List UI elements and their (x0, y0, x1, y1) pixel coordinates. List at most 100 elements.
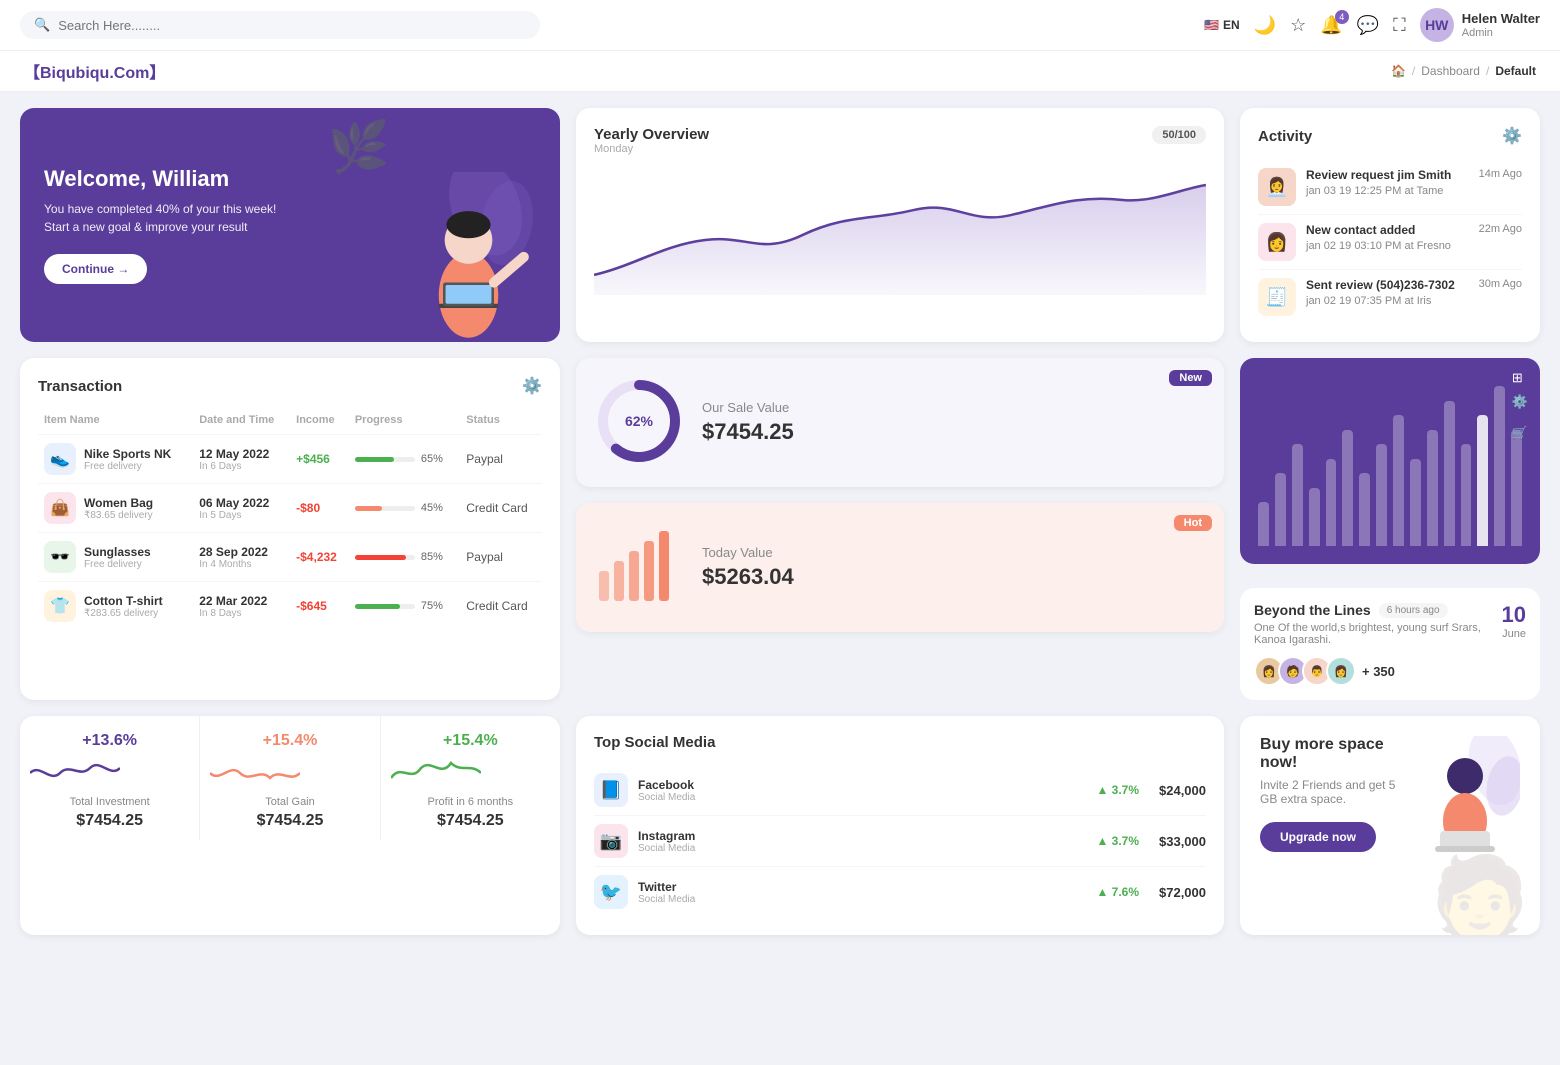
star-icon[interactable]: ☆ (1290, 15, 1306, 36)
bar-item (1427, 430, 1438, 546)
social-info: Facebook Social Media (638, 778, 695, 803)
col-progress: Progress (349, 410, 460, 435)
attendees-row: 👩 🧑 👨 👩 + 350 (1254, 656, 1502, 686)
bar-item (1410, 459, 1421, 546)
svg-text:62%: 62% (625, 413, 654, 429)
mini-stat-pct: +15.4% (391, 732, 550, 750)
breadcrumb-dashboard[interactable]: Dashboard (1421, 64, 1480, 78)
yearly-title: Yearly Overview (594, 126, 709, 143)
plus-count: + 350 (1362, 664, 1395, 679)
upgrade-person-svg (1410, 736, 1520, 856)
search-icon: 🔍 (34, 17, 50, 33)
social-pct: ▲ 3.7% (1096, 783, 1139, 797)
mini-stat-pct: +15.4% (210, 732, 369, 750)
activity-thumb-1: 👩‍💼 (1258, 168, 1296, 206)
upgrade-subtitle: Invite 2 Friends and get 5 GB extra spac… (1260, 778, 1410, 806)
row-3: +13.6% Total Investment $7454.25 +15.4% … (0, 716, 1560, 955)
home-icon[interactable]: 🏠 (1391, 64, 1406, 78)
social-val: $33,000 (1159, 834, 1206, 849)
mini-stats-card: +13.6% Total Investment $7454.25 +15.4% … (20, 716, 560, 935)
sep1: / (1412, 64, 1415, 78)
event-date: 10 June (1502, 602, 1526, 640)
transaction-settings-icon[interactable]: ⚙️ (522, 376, 542, 396)
col-status: Status (460, 410, 542, 435)
notification-bell[interactable]: 🔔 4 (1320, 15, 1342, 36)
search-input[interactable] (58, 18, 526, 33)
language-selector[interactable]: 🇺🇸 EN (1204, 18, 1240, 32)
flag-icon: 🇺🇸 (1204, 18, 1219, 32)
activity-item-3: 🧾 Sent review (504)236-7302 jan 02 19 07… (1258, 270, 1522, 324)
event-title: Beyond the Lines (1254, 602, 1371, 618)
social-title: Top Social Media (594, 734, 1206, 751)
user-info: Helen Walter Admin (1462, 11, 1540, 39)
bar-item (1309, 488, 1320, 546)
bar-chart (1258, 386, 1522, 546)
lang-label: EN (1223, 18, 1240, 32)
bar-item (1376, 444, 1387, 546)
nav-icons: 🇺🇸 EN 🌙 ☆ 🔔 4 💬 ⛶ HW Helen Walter Admin (1204, 8, 1540, 42)
sale-new-value: $7454.25 (702, 419, 794, 445)
dark-mode-toggle[interactable]: 🌙 (1254, 15, 1276, 36)
sale-hot-value: $5263.04 (702, 564, 794, 590)
social-info: Twitter Social Media (638, 880, 695, 905)
social-name: Facebook (638, 778, 695, 792)
event-month: June (1502, 628, 1526, 640)
mini-stat-label: Total Gain (210, 796, 369, 808)
upgrade-button[interactable]: Upgrade now (1260, 822, 1376, 852)
row-2: Transaction ⚙️ Item Name Date and Time I… (0, 358, 1560, 716)
bar-item (1342, 430, 1353, 546)
activity-title-1: Review request jim Smith (1306, 168, 1469, 182)
social-name: Twitter (638, 880, 695, 894)
continue-button[interactable]: Continue → (44, 254, 147, 284)
transaction-card: Transaction ⚙️ Item Name Date and Time I… (20, 358, 560, 700)
col-item: Item Name (38, 410, 193, 435)
welcome-illustration (360, 108, 560, 342)
social-item: 📷 Instagram Social Media ▲ 3.7% $33,000 (594, 816, 1206, 867)
fullscreen-icon[interactable]: ⛶ (1393, 15, 1406, 36)
chat-icon[interactable]: 💬 (1357, 15, 1379, 36)
mini-stat-label: Profit in 6 months (391, 796, 550, 808)
bar-item (1393, 415, 1404, 546)
settings-icon-right[interactable]: ⚙️ (1512, 394, 1528, 410)
activity-card: Activity ⚙️ 👩‍💼 Review request jim Smith… (1240, 108, 1540, 342)
cart-icon[interactable]: 🛒 (1512, 425, 1528, 441)
social-info: Instagram Social Media (638, 829, 695, 854)
hot-chart (594, 521, 684, 614)
search-bar[interactable]: 🔍 (20, 11, 540, 39)
social-item: 📘 Facebook Social Media ▲ 3.7% $24,000 (594, 765, 1206, 816)
bar-item (1292, 444, 1303, 546)
mini-stat-value: $7454.25 (391, 812, 550, 830)
col-income: Income (290, 410, 349, 435)
mini-stat-value: $7454.25 (30, 812, 189, 830)
social-media-card: Top Social Media 📘 Facebook Social Media… (576, 716, 1224, 935)
user-menu[interactable]: HW Helen Walter Admin (1420, 8, 1540, 42)
activity-thumb-3: 🧾 (1258, 278, 1296, 316)
social-icon-ig: 📷 (594, 824, 628, 858)
social-val: $72,000 (1159, 885, 1206, 900)
transaction-title: Transaction (38, 378, 122, 395)
welcome-subtitle: You have completed 40% of your this week… (44, 200, 284, 236)
social-sub: Social Media (638, 843, 695, 854)
table-row: 🕶️ Sunglasses Free delivery 28 Sep 2022 … (38, 533, 542, 582)
brand-logo: 【Biqubiqu.Com】 (24, 59, 165, 83)
upgrade-title: Buy more space now! (1260, 736, 1410, 772)
social-pct: ▲ 7.6% (1096, 885, 1139, 899)
activity-settings-icon[interactable]: ⚙️ (1502, 126, 1522, 146)
sale-hot-badge: Hot (1174, 515, 1212, 531)
activity-sub-2: jan 02 19 03:10 PM at Fresno (1306, 240, 1451, 252)
bar-item (1359, 473, 1370, 546)
mini-stat-pct: +13.6% (30, 732, 189, 750)
table-row: 👕 Cotton T-shirt ₹283.65 delivery 22 Mar… (38, 582, 542, 631)
mini-stat-value: $7454.25 (210, 812, 369, 830)
social-item: 🐦 Twitter Social Media ▲ 7.6% $72,000 (594, 867, 1206, 917)
bar-item (1494, 386, 1505, 546)
mini-stats: +13.6% Total Investment $7454.25 +15.4% … (20, 716, 560, 840)
filter-icon[interactable]: ⊞ (1512, 370, 1523, 385)
activity-title: Activity (1258, 128, 1312, 145)
bar-item (1275, 473, 1286, 546)
activity-sub-3: jan 02 19 07:35 PM at Iris (1306, 295, 1431, 307)
activity-time-2: 22m Ago (1479, 223, 1522, 235)
bar-item (1444, 401, 1455, 546)
social-val: $24,000 (1159, 783, 1206, 798)
social-icon-tw: 🐦 (594, 875, 628, 909)
